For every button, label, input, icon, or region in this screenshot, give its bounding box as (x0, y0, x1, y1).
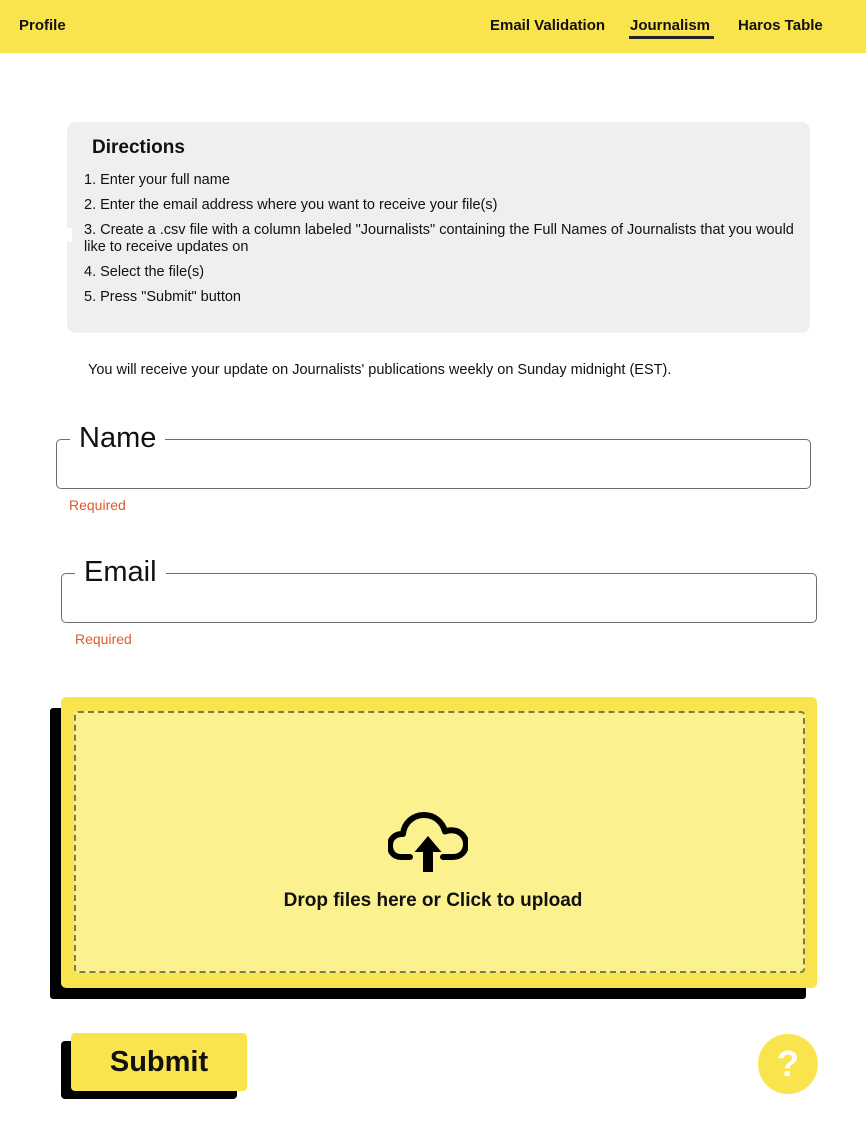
nav-profile-link[interactable]: Profile (19, 17, 66, 34)
name-input[interactable] (57, 440, 810, 488)
email-field: Email (61, 554, 817, 623)
direction-step-2: 2. Enter the email address where you wan… (84, 197, 498, 213)
update-schedule-notice: You will receive your update on Journali… (88, 362, 672, 378)
directions-title: Directions (92, 137, 185, 158)
name-required-hint: Required (69, 497, 126, 513)
direction-step-5: 5. Press "Submit" button (84, 289, 241, 305)
email-required-hint: Required (75, 631, 132, 647)
direction-step-1: 1. Enter your full name (84, 172, 230, 188)
submit-button[interactable]: Submit (71, 1033, 247, 1091)
dropzone-label: Drop files here or Click to upload (283, 890, 583, 911)
nav-journalism-link[interactable]: Journalism (630, 17, 710, 34)
help-button[interactable]: ? (758, 1034, 818, 1094)
nav-haros-table-link[interactable]: Haros Table (738, 17, 823, 34)
top-nav-bar: Profile Email Validation Journalism Haro… (0, 0, 866, 53)
panel-notch (60, 228, 72, 242)
email-label: Email (75, 554, 166, 590)
active-nav-indicator (629, 36, 714, 39)
name-field: Name (56, 420, 811, 489)
direction-step-4: 4. Select the file(s) (84, 264, 205, 280)
direction-step-3: 3. Create a .csv file with a column labe… (84, 222, 794, 255)
nav-email-validation-link[interactable]: Email Validation (490, 17, 605, 34)
email-input[interactable] (62, 574, 816, 622)
name-label: Name (70, 420, 166, 456)
cloud-upload-icon (388, 812, 468, 872)
